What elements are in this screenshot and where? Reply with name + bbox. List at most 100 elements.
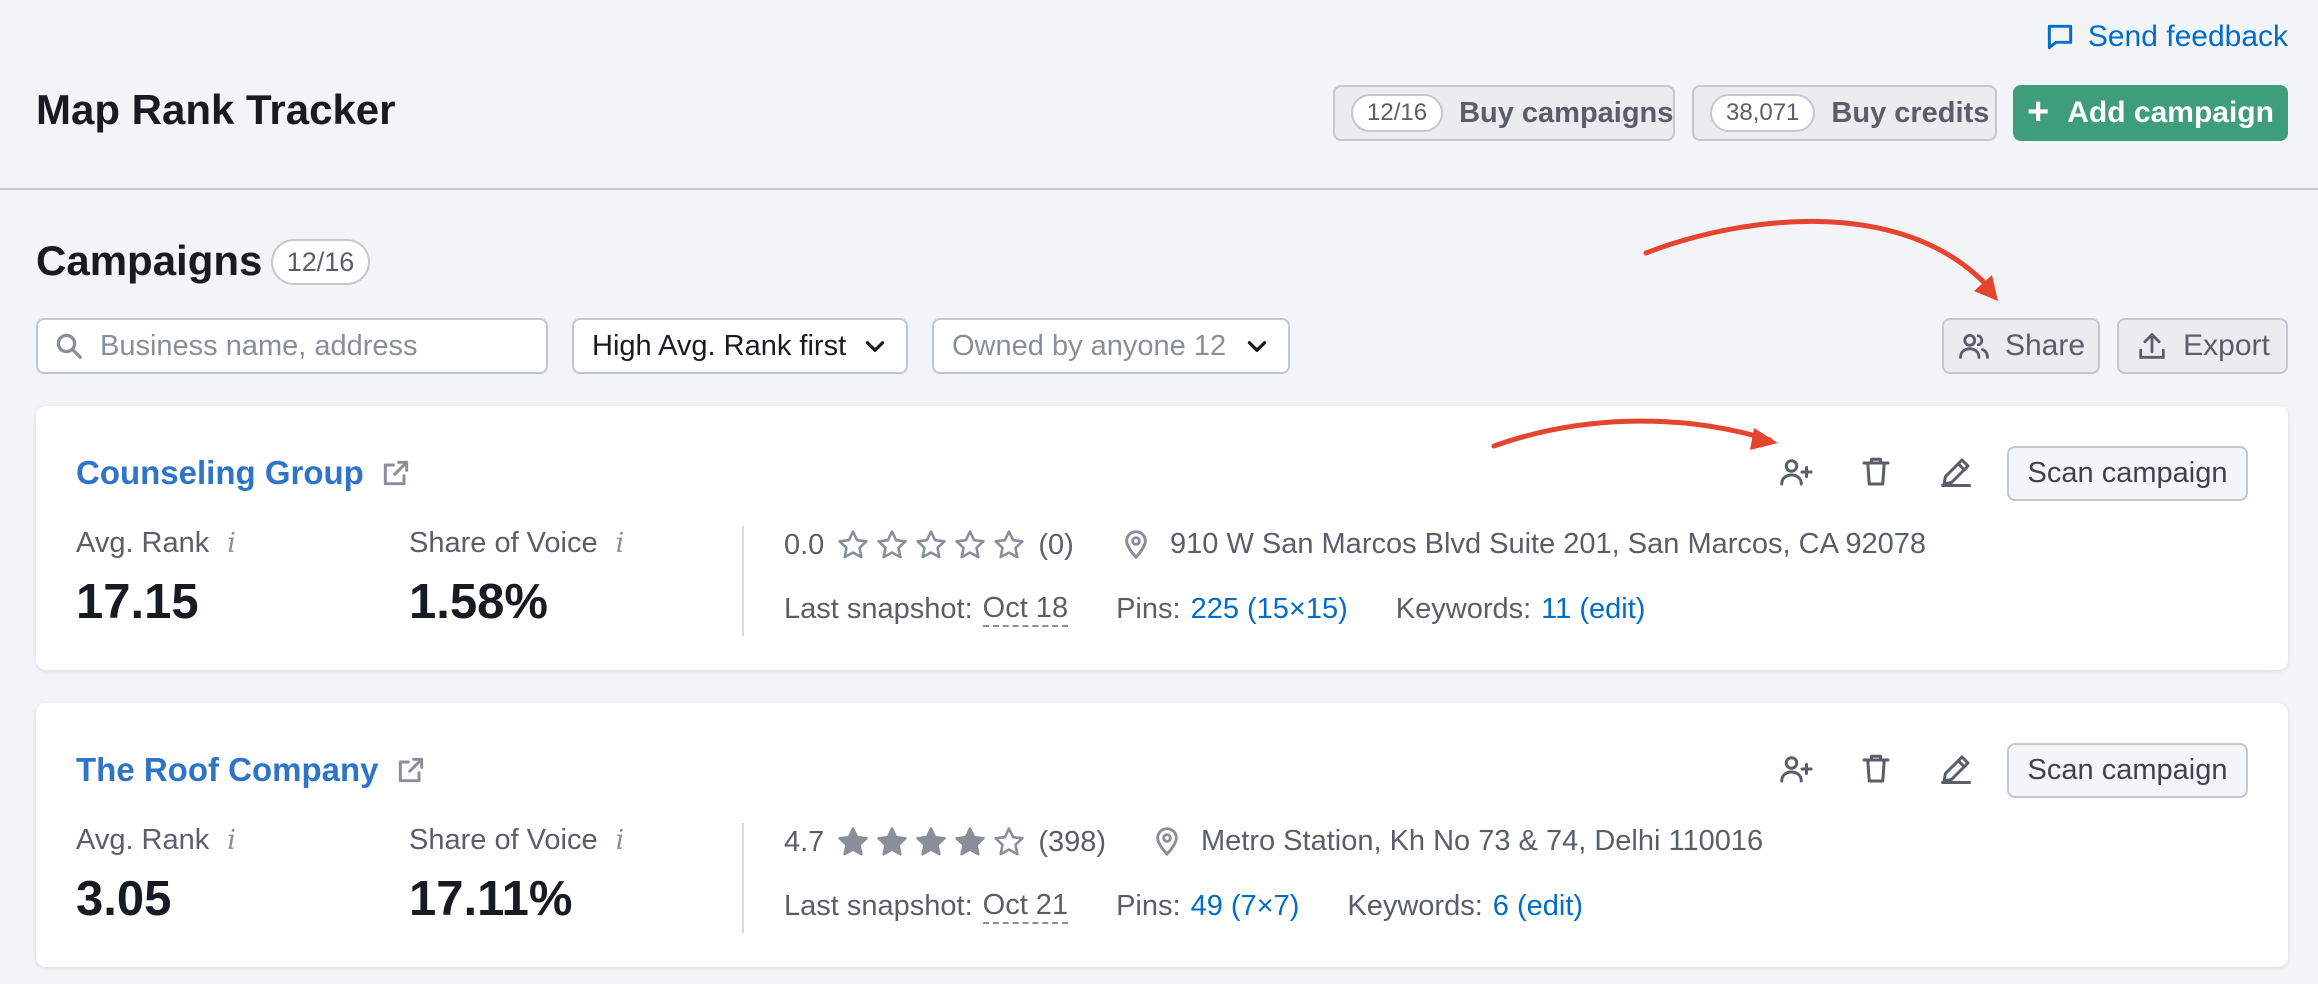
star-icon	[877, 827, 908, 856]
pins-link[interactable]: 225 (15×15)	[1191, 593, 1348, 626]
rating-stars	[836, 825, 1026, 859]
star-icon	[955, 827, 986, 856]
keywords-label: Keywords:	[1347, 890, 1483, 922]
divider	[742, 823, 744, 933]
rating: 4.7 (398)	[784, 825, 1106, 859]
search-box[interactable]	[36, 318, 548, 374]
location-pin-icon	[1125, 529, 1147, 559]
buy-credits-button[interactable]: 38,071 Buy credits	[1692, 85, 1997, 141]
search-input[interactable]	[100, 329, 520, 363]
campaign-name-link[interactable]: Counseling Group	[76, 454, 412, 492]
page: Send feedback Map Rank Tracker 12/16 Buy…	[0, 0, 2318, 984]
send-feedback-link[interactable]: Send feedback	[2044, 20, 2288, 54]
campaign-name: The Roof Company	[76, 751, 379, 788]
search-icon	[56, 333, 82, 359]
info-icon[interactable]: i	[616, 825, 625, 856]
add-user-button[interactable]	[1774, 450, 1818, 494]
avg-rank-value: 17.15	[76, 575, 199, 629]
pencil-icon	[1941, 458, 1971, 487]
owner-select[interactable]: Owned by anyone 12	[932, 318, 1290, 374]
address-text: Metro Station, Kh No 73 & 74, Delhi 1100…	[1201, 825, 1764, 857]
share-of-voice-value: 17.11%	[409, 872, 573, 926]
avg-rank-label: Avg. Rank i	[76, 824, 236, 857]
buy-campaigns-button[interactable]: 12/16 Buy campaigns	[1333, 85, 1675, 141]
add-user-icon	[1780, 756, 1813, 783]
credits-badge: 38,071	[1710, 94, 1816, 132]
star-icon	[994, 827, 1025, 856]
export-label: Export	[2183, 329, 2270, 362]
delete-button[interactable]	[1854, 450, 1898, 494]
page-title: Map Rank Tracker	[36, 86, 396, 133]
avg-rank-label: Avg. Rank i	[76, 527, 236, 560]
chevron-down-icon	[865, 341, 885, 352]
share-of-voice-value: 1.58%	[409, 575, 548, 629]
avg-rank-value: 3.05	[76, 872, 172, 926]
campaigns-count-badge: 12/16	[271, 239, 370, 285]
location-pin-icon	[1156, 826, 1178, 856]
info-icon[interactable]: i	[227, 528, 236, 559]
pins-label: Pins:	[1116, 890, 1181, 922]
buy-credits-label: Buy credits	[1831, 96, 1990, 129]
share-label: Share	[2004, 329, 2086, 362]
plus-icon: +	[2027, 90, 2050, 133]
keywords-label: Keywords:	[1395, 593, 1532, 625]
star-icon	[877, 530, 908, 559]
pins-label: Pins:	[1116, 593, 1181, 625]
star-icon	[916, 530, 947, 559]
trash-icon	[1862, 457, 1890, 486]
campaign-meta: Last snapshot: Oct 21 Pins: 49 (7×7) Key…	[784, 889, 1583, 924]
speech-bubble-icon	[2047, 24, 2072, 50]
scan-campaign-button[interactable]: Scan campaign	[2007, 743, 2248, 798]
share-of-voice-label: Share of Voice i	[409, 527, 624, 560]
page-header: Send feedback Map Rank Tracker 12/16 Buy…	[0, 0, 2318, 190]
add-user-button[interactable]	[1774, 747, 1818, 791]
delete-button[interactable]	[1854, 747, 1898, 791]
snapshot-label: Last snapshot:	[784, 890, 973, 922]
rating-value: 0.0	[784, 528, 825, 561]
snapshot-label: Last snapshot:	[784, 593, 973, 625]
divider	[742, 526, 744, 636]
star-icon	[916, 827, 947, 856]
pins-link[interactable]: 49 (7×7)	[1191, 890, 1300, 923]
add-campaign-label: Add campaign	[2067, 96, 2274, 129]
edit-button[interactable]	[1934, 450, 1978, 494]
upload-icon	[2139, 333, 2165, 359]
rating-stars	[836, 528, 1026, 562]
scan-campaign-button[interactable]: Scan campaign	[2007, 446, 2248, 501]
snapshot-date[interactable]: Oct 21	[982, 889, 1069, 924]
star-icon	[955, 530, 986, 559]
keywords-link[interactable]: 11 (edit)	[1541, 593, 1645, 626]
address: Metro Station, Kh No 73 & 74, Delhi 1100…	[1151, 825, 1763, 858]
star-icon	[838, 530, 869, 559]
annotation-arrow-share	[1643, 218, 1998, 301]
avg-rank-label-text: Avg. Rank	[76, 824, 210, 856]
rating-value: 4.7	[784, 825, 825, 858]
campaign-name-link[interactable]: The Roof Company	[76, 751, 427, 789]
external-link-icon	[398, 757, 423, 783]
campaign-card: The Roof Company Scan campaign Avg. Rank	[36, 703, 2288, 967]
info-icon[interactable]: i	[616, 528, 625, 559]
sort-select[interactable]: High Avg. Rank first	[572, 318, 908, 374]
export-button[interactable]: Export	[2117, 318, 2288, 374]
address-text: 910 W San Marcos Blvd Suite 201, San Mar…	[1170, 528, 1927, 560]
share-of-voice-label-text: Share of Voice	[409, 527, 598, 559]
avg-rank-label-text: Avg. Rank	[76, 527, 210, 559]
review-count: (0)	[1038, 528, 1074, 561]
review-count: (398)	[1038, 825, 1107, 858]
keywords-link[interactable]: 6 (edit)	[1493, 890, 1583, 923]
edit-button[interactable]	[1934, 747, 1978, 791]
trash-icon	[1862, 754, 1890, 783]
share-button[interactable]: Share	[1942, 318, 2100, 374]
campaign-meta: Last snapshot: Oct 18 Pins: 225 (15×15) …	[784, 592, 1645, 627]
star-icon	[838, 827, 869, 856]
rating: 0.0 (0)	[784, 528, 1074, 562]
info-icon[interactable]: i	[227, 825, 236, 856]
chevron-down-icon	[1247, 341, 1267, 352]
pencil-icon	[1941, 755, 1971, 784]
add-campaign-button[interactable]: + Add campaign	[2013, 85, 2288, 141]
snapshot-date[interactable]: Oct 18	[982, 592, 1069, 627]
share-of-voice-label-text: Share of Voice	[409, 824, 598, 856]
buy-campaigns-label: Buy campaigns	[1459, 96, 1674, 129]
send-feedback-label: Send feedback	[2087, 20, 2288, 53]
owner-select-value: Owned by anyone 12	[952, 329, 1227, 362]
